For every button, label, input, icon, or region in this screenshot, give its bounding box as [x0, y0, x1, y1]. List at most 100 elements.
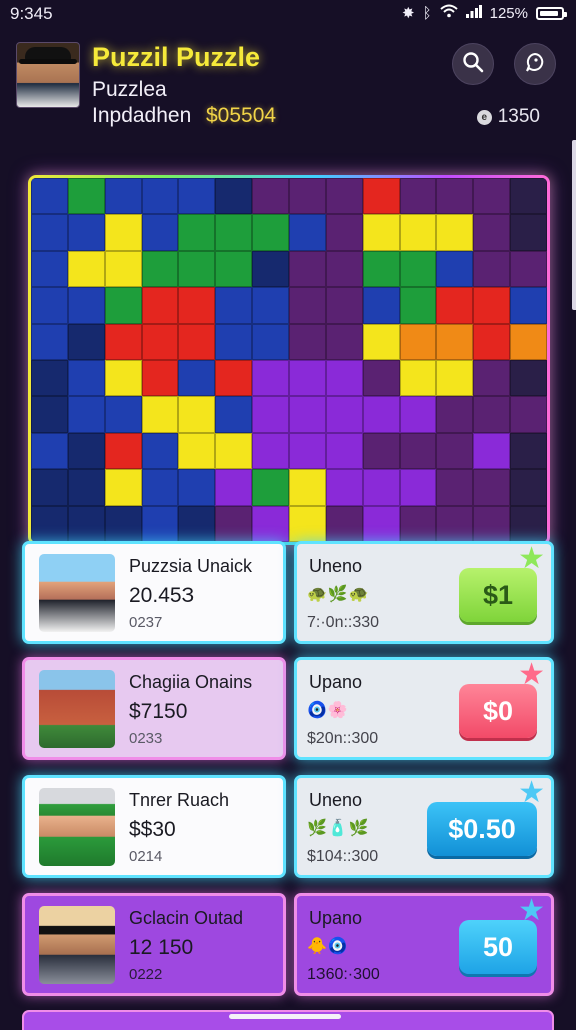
puzzle-piece[interactable] [31, 214, 68, 251]
puzzle-piece[interactable] [141, 396, 179, 433]
offer-card[interactable]: Chagiia Onains $7150 0233 [22, 657, 286, 760]
puzzle-piece[interactable] [178, 396, 216, 433]
puzzle-piece[interactable] [215, 287, 253, 324]
puzzle-piece[interactable] [399, 323, 437, 360]
puzzle-piece[interactable] [325, 250, 363, 288]
puzzle-piece[interactable] [362, 323, 400, 360]
puzzle-piece[interactable] [31, 287, 68, 324]
puzzle-piece[interactable] [104, 360, 142, 397]
puzzle-piece[interactable] [436, 469, 474, 506]
puzzle-piece[interactable] [473, 250, 511, 288]
buy-button[interactable]: 50 [459, 920, 537, 974]
puzzle-piece[interactable] [473, 287, 511, 324]
puzzle-piece[interactable] [436, 323, 474, 360]
puzzle-piece[interactable] [215, 178, 253, 215]
puzzle-piece[interactable] [362, 178, 400, 215]
search-button[interactable] [452, 43, 494, 85]
puzzle-piece[interactable] [67, 178, 105, 215]
puzzle-piece[interactable] [399, 360, 437, 397]
puzzle-piece[interactable] [289, 360, 326, 397]
puzzle-piece[interactable] [473, 178, 511, 215]
player-avatar[interactable] [16, 42, 80, 108]
buy-button[interactable]: $1 [459, 568, 537, 622]
puzzle-piece[interactable] [510, 178, 547, 215]
puzzle-piece[interactable] [510, 323, 547, 360]
puzzle-piece[interactable] [178, 360, 216, 397]
puzzle-piece[interactable] [215, 250, 253, 288]
offer-card[interactable]: Gclacin Outad 12 150 0222 [22, 893, 286, 996]
puzzle-piece[interactable] [436, 396, 474, 433]
puzzle-piece[interactable] [178, 214, 216, 251]
puzzle-piece[interactable] [362, 432, 400, 470]
puzzle-piece[interactable] [325, 469, 363, 506]
puzzle-piece[interactable] [141, 214, 179, 251]
puzzle-piece[interactable] [141, 287, 179, 324]
puzzle-piece[interactable] [141, 432, 179, 470]
puzzle-piece[interactable] [252, 214, 289, 251]
puzzle-piece[interactable] [67, 287, 105, 324]
puzzle-piece[interactable] [104, 505, 142, 542]
puzzle-piece[interactable] [362, 250, 400, 288]
puzzle-piece[interactable] [399, 469, 437, 506]
puzzle-piece[interactable] [178, 469, 216, 506]
puzzle-piece[interactable] [289, 178, 326, 215]
puzzle-piece[interactable] [215, 469, 253, 506]
puzzle-piece[interactable] [289, 432, 326, 470]
puzzle-piece[interactable] [325, 396, 363, 433]
puzzle-piece[interactable] [510, 505, 547, 542]
puzzle-piece[interactable] [436, 214, 474, 251]
puzzle-piece[interactable] [104, 287, 142, 324]
puzzle-piece[interactable] [325, 505, 363, 542]
puzzle-piece[interactable] [104, 432, 142, 470]
puzzle-piece[interactable] [67, 214, 105, 251]
bundle-card[interactable]: Upano 🐥🧿 1З60:·300 50 ★ [294, 893, 554, 996]
bundle-card[interactable]: Uneno 🐢🌿🐢 7:·0n::330 $1 ★ [294, 541, 554, 644]
puzzle-piece[interactable] [289, 396, 326, 433]
puzzle-piece[interactable] [325, 360, 363, 397]
puzzle-piece[interactable] [325, 287, 363, 324]
bundle-card[interactable]: Upano 🧿🌸 $20n::300 $0 ★ [294, 657, 554, 760]
puzzle-piece[interactable] [178, 432, 216, 470]
puzzle-piece[interactable] [252, 178, 289, 215]
puzzle-piece[interactable] [67, 396, 105, 433]
offer-card[interactable]: Tnrer Ruach $$30 0214 [22, 775, 286, 878]
puzzle-piece[interactable] [215, 323, 253, 360]
puzzle-piece[interactable] [31, 432, 68, 470]
puzzle-piece[interactable] [67, 432, 105, 470]
puzzle-piece[interactable] [399, 396, 437, 433]
puzzle-piece[interactable] [510, 214, 547, 251]
puzzle-piece[interactable] [473, 505, 511, 542]
puzzle-piece[interactable] [399, 178, 437, 215]
puzzle-piece[interactable] [289, 323, 326, 360]
puzzle-piece[interactable] [436, 505, 474, 542]
puzzle-piece[interactable] [31, 250, 68, 288]
puzzle-piece[interactable] [104, 396, 142, 433]
puzzle-piece[interactable] [104, 250, 142, 288]
puzzle-piece[interactable] [362, 287, 400, 324]
side-drawer-handle[interactable] [572, 140, 576, 310]
puzzle-piece[interactable] [473, 432, 511, 470]
puzzle-piece[interactable] [399, 287, 437, 324]
puzzle-piece[interactable] [252, 432, 289, 470]
puzzle-piece[interactable] [67, 469, 105, 506]
puzzle-piece[interactable] [399, 505, 437, 542]
puzzle-piece[interactable] [178, 250, 216, 288]
puzzle-piece[interactable] [67, 360, 105, 397]
buy-button[interactable]: $0 [459, 684, 537, 738]
puzzle-piece[interactable] [252, 250, 289, 288]
puzzle-piece[interactable] [141, 323, 179, 360]
puzzle-piece[interactable] [104, 469, 142, 506]
offer-card[interactable]: Puzzsia Unaick 20.45З 0237 [22, 541, 286, 644]
puzzle-piece[interactable] [436, 178, 474, 215]
puzzle-piece[interactable] [141, 505, 179, 542]
puzzle-piece[interactable] [362, 469, 400, 506]
puzzle-piece[interactable] [104, 214, 142, 251]
puzzle-piece[interactable] [31, 360, 68, 397]
puzzle-piece[interactable] [252, 505, 289, 542]
puzzle-piece[interactable] [399, 432, 437, 470]
puzzle-piece[interactable] [141, 178, 179, 215]
puzzle-piece[interactable] [289, 214, 326, 251]
puzzle-piece[interactable] [325, 432, 363, 470]
puzzle-board[interactable] [28, 175, 550, 545]
puzzle-piece[interactable] [141, 250, 179, 288]
